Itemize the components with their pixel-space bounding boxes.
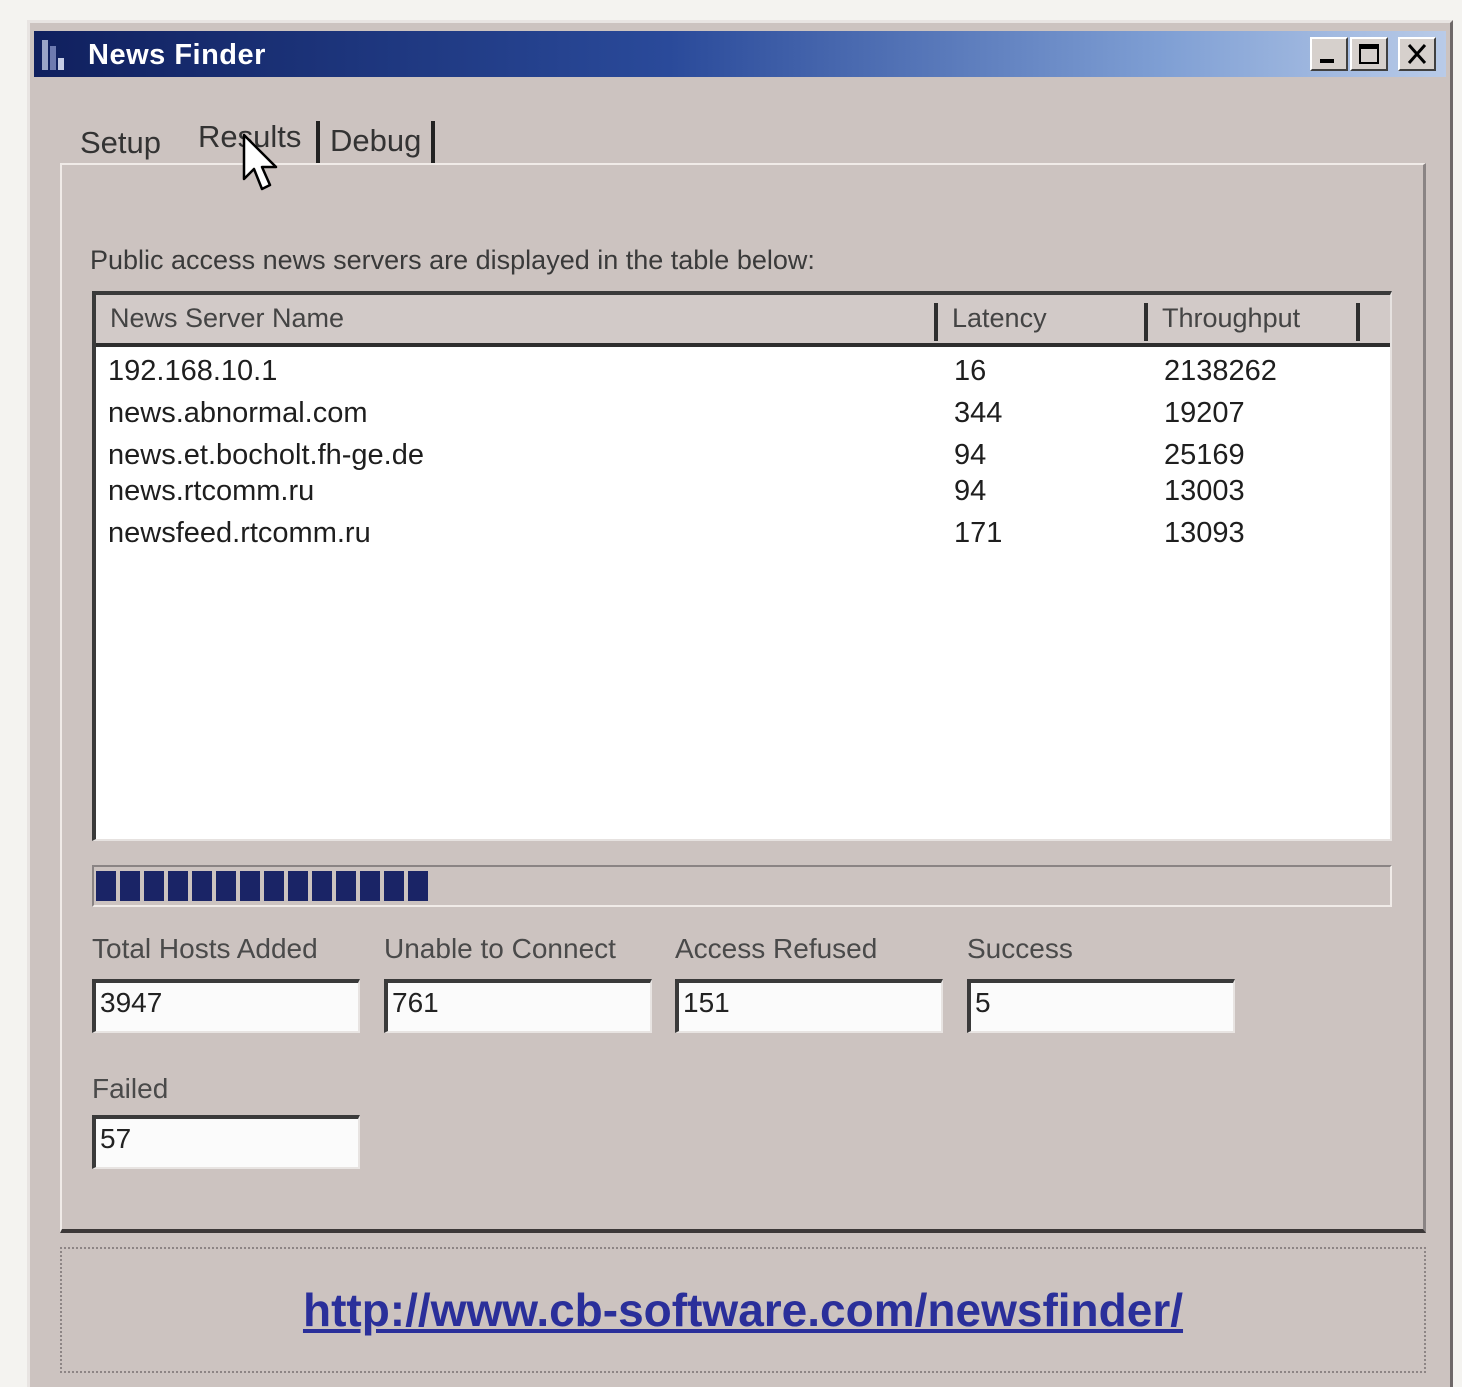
access-refused-label: Access Refused — [675, 933, 878, 964]
app-icon — [42, 40, 64, 70]
failed-label: Failed — [92, 1073, 169, 1104]
minimize-icon — [1320, 59, 1334, 63]
column-header-latency[interactable]: Latency — [938, 303, 1148, 341]
access-refused-field[interactable]: 151 — [675, 979, 943, 1033]
results-caption: Public access news servers are displayed… — [90, 245, 815, 275]
news-server-table[interactable]: News Server Name Latency Throughput 192.… — [92, 291, 1392, 841]
cell-latency: 171 — [954, 517, 1003, 549]
cell-throughput: 25169 — [1164, 439, 1245, 471]
cell-server-name: news.rtcomm.ru — [108, 475, 315, 507]
column-header-name[interactable]: News Server Name — [96, 303, 938, 341]
cell-latency: 94 — [954, 439, 987, 471]
failed-field[interactable]: 57 — [92, 1115, 360, 1169]
mouse-pointer-icon — [242, 133, 278, 191]
cell-throughput: 19207 — [1164, 397, 1245, 429]
cell-throughput: 2138262 — [1164, 355, 1277, 387]
table-header: News Server Name Latency Throughput — [96, 295, 1390, 347]
title-bar[interactable]: News Finder — [34, 31, 1446, 77]
maximize-button[interactable] — [1350, 37, 1388, 71]
tab-debug[interactable]: Debug — [316, 121, 436, 163]
table-row[interactable]: news.et.bocholt.fh-ge.de 94 25169 — [96, 439, 1390, 479]
unable-to-connect-label: Unable to Connect — [384, 933, 616, 964]
total-hosts-added-field[interactable]: 3947 — [92, 979, 360, 1033]
minimize-button[interactable] — [1310, 37, 1348, 71]
cell-latency: 94 — [954, 475, 987, 507]
maximize-icon — [1359, 44, 1379, 64]
progress-bar-fill — [96, 871, 431, 901]
cell-server-name: 192.168.10.1 — [108, 355, 278, 387]
success-field[interactable]: 5 — [967, 979, 1235, 1033]
column-header-throughput[interactable]: Throughput — [1148, 303, 1360, 341]
table-row[interactable]: news.abnormal.com 344 19207 — [96, 397, 1390, 437]
table-row[interactable]: newsfeed.rtcomm.ru 171 13093 — [96, 517, 1390, 557]
unable-to-connect-field[interactable]: 761 — [384, 979, 652, 1033]
website-link[interactable]: http://www.cb-software.com/newsfinder/ — [62, 1283, 1424, 1337]
table-row[interactable]: 192.168.10.1 16 2138262 — [96, 355, 1390, 395]
progress-bar — [92, 865, 1392, 907]
footer-link-frame: http://www.cb-software.com/newsfinder/ — [60, 1247, 1426, 1373]
cell-server-name: news.abnormal.com — [108, 397, 368, 429]
cell-throughput: 13093 — [1164, 517, 1245, 549]
cell-latency: 344 — [954, 397, 1003, 429]
cell-server-name: news.et.bocholt.fh-ge.de — [108, 439, 424, 471]
cell-latency: 16 — [954, 355, 987, 387]
table-row[interactable]: news.rtcomm.ru 94 13003 — [96, 475, 1390, 515]
close-icon — [1407, 44, 1427, 64]
news-finder-window: News Finder Setup Results Debug Public a… — [27, 20, 1453, 1387]
success-label: Success — [967, 933, 1073, 964]
close-button[interactable] — [1398, 37, 1436, 71]
cell-throughput: 13003 — [1164, 475, 1245, 507]
total-hosts-added-label: Total Hosts Added — [92, 933, 318, 964]
tab-setup[interactable]: Setup — [80, 125, 161, 161]
cell-server-name: newsfeed.rtcomm.ru — [108, 517, 371, 549]
window-title: News Finder — [88, 39, 266, 71]
